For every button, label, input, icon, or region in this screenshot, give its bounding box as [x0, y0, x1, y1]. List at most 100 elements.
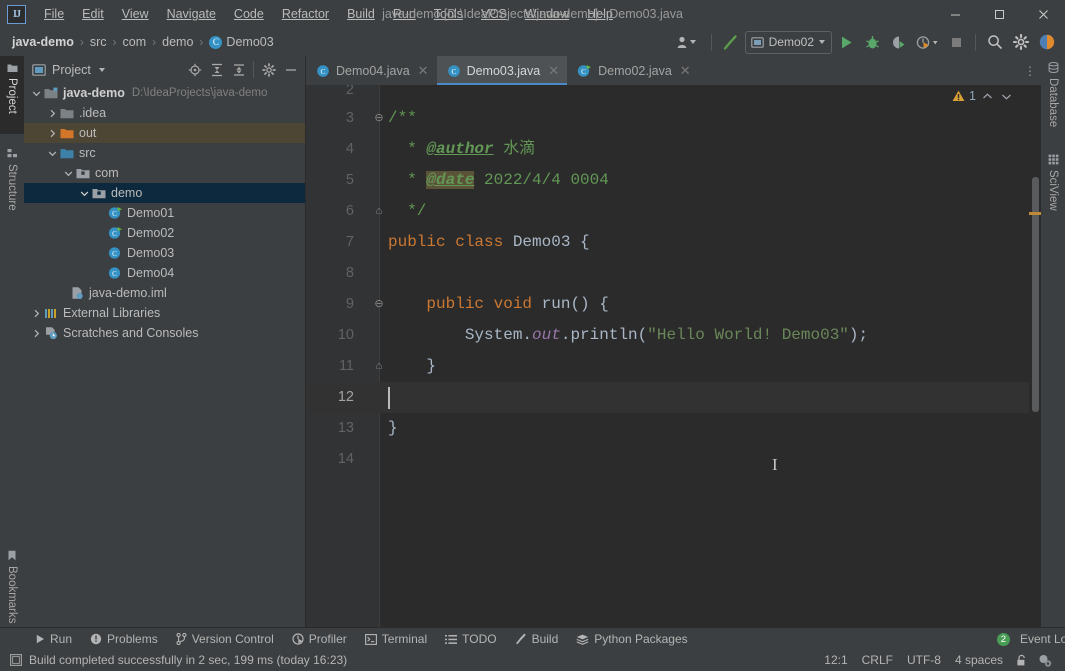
- profiler-icon[interactable]: [912, 31, 942, 53]
- breadcrumb-item-project[interactable]: java-demo: [8, 33, 78, 51]
- breadcrumb-item-com[interactable]: com: [119, 33, 151, 51]
- stop-icon[interactable]: [944, 31, 968, 53]
- sidebar-item-database[interactable]: Database: [1041, 56, 1065, 140]
- tool-window-problems[interactable]: Problems: [81, 630, 167, 648]
- breadcrumb: java-demo › src › com › demo › C Demo03: [0, 33, 278, 51]
- select-opened-file-icon[interactable]: [184, 59, 205, 80]
- editor-tab-demo03[interactable]: C Demo03.java ✕: [436, 56, 568, 85]
- chevron-down-icon[interactable]: [62, 167, 75, 180]
- run-with-coverage-icon[interactable]: [886, 31, 910, 53]
- sidebar-item-bookmarks[interactable]: Bookmarks: [0, 544, 24, 630]
- line-number: 6: [345, 203, 354, 219]
- fold-collapse-icon[interactable]: ⊖: [372, 289, 386, 320]
- minimize-button[interactable]: [933, 0, 977, 28]
- status-message: Build completed successfully in 2 sec, 1…: [29, 653, 348, 667]
- close-button[interactable]: [1021, 0, 1065, 28]
- close-icon[interactable]: ✕: [418, 63, 429, 79]
- chevron-right-icon[interactable]: [46, 107, 59, 120]
- code-editor[interactable]: 2 3 ⊖ /** 4 * @author 水滴 5 * @date 2022/…: [306, 85, 1041, 627]
- read-only-lock-icon[interactable]: [1010, 652, 1033, 669]
- status-message-area[interactable]: Build completed successfully in 2 sec, 1…: [0, 653, 347, 667]
- menu-code[interactable]: Code: [225, 3, 273, 25]
- file-encoding[interactable]: UTF-8: [900, 651, 948, 669]
- python-packages-icon: [576, 634, 589, 645]
- tree-node-com[interactable]: com: [24, 163, 305, 183]
- tree-node-java-demo[interactable]: java-demo D:\IdeaProjects\java-demo: [24, 83, 305, 103]
- tree-node-src[interactable]: src: [24, 143, 305, 163]
- fold-end-icon[interactable]: ⌂: [372, 196, 386, 227]
- tree-node-demo02[interactable]: C Demo02: [24, 223, 305, 243]
- tree-node-java-demo-iml[interactable]: java-demo.iml: [24, 283, 305, 303]
- menu-tools[interactable]: Tools: [425, 3, 472, 25]
- chevron-down-icon[interactable]: [98, 67, 105, 72]
- tool-window-todo[interactable]: TODO: [436, 630, 505, 648]
- menu-edit[interactable]: Edit: [73, 3, 113, 25]
- sidebar-item-sciview[interactable]: SciView: [1041, 148, 1065, 228]
- close-icon[interactable]: ✕: [680, 63, 691, 79]
- hide-panel-icon[interactable]: [280, 59, 301, 80]
- caret-position[interactable]: 12:1: [817, 651, 854, 669]
- chevron-down-icon[interactable]: [78, 187, 91, 200]
- chevron-right-icon[interactable]: [30, 327, 43, 340]
- chevron-right-icon[interactable]: [46, 127, 59, 140]
- chevron-right-icon[interactable]: [30, 307, 43, 320]
- settings-gear-icon[interactable]: [1009, 31, 1033, 53]
- tool-window-run[interactable]: Run: [26, 630, 81, 648]
- ide-assistant-icon[interactable]: [1035, 31, 1059, 53]
- tool-window-build[interactable]: Build: [506, 630, 568, 648]
- inspection-widget[interactable]: 1: [952, 89, 1014, 103]
- maximize-button[interactable]: [977, 0, 1021, 28]
- menu-navigate[interactable]: Navigate: [158, 3, 225, 25]
- menu-vcs[interactable]: VCS: [472, 3, 516, 25]
- editor-tabs-overflow-icon[interactable]: ⋮: [1019, 56, 1041, 85]
- tool-window-python-packages[interactable]: Python Packages: [567, 630, 696, 648]
- panel-settings-icon[interactable]: [258, 59, 279, 80]
- sidebar-item-structure[interactable]: Structure: [0, 142, 24, 230]
- warning-marker[interactable]: [1029, 212, 1041, 215]
- chevron-down-icon[interactable]: [30, 87, 43, 100]
- menu-build[interactable]: Build: [338, 3, 384, 25]
- tool-window-profiler[interactable]: Profiler: [283, 630, 356, 648]
- user-settings-icon[interactable]: [672, 31, 704, 53]
- tree-node-scratches-and-consoles[interactable]: Scratches and Consoles: [24, 323, 305, 343]
- build-hammer-icon[interactable]: [719, 31, 743, 53]
- tool-window-event-log[interactable]: 2 Event Log: [988, 630, 1065, 648]
- previous-problem-icon[interactable]: [980, 92, 995, 101]
- breadcrumb-item-src[interactable]: src: [86, 33, 111, 51]
- menu-refactor[interactable]: Refactor: [273, 3, 338, 25]
- debug-icon[interactable]: [860, 31, 884, 53]
- tree-node-demo[interactable]: demo: [24, 183, 305, 203]
- menu-file[interactable]: File: [35, 3, 73, 25]
- fold-end-icon[interactable]: ⌂: [372, 351, 386, 382]
- line-separator[interactable]: CRLF: [855, 651, 900, 669]
- editor-tab-demo02[interactable]: C Demo02.java ✕: [567, 56, 699, 85]
- breadcrumb-item-demo[interactable]: demo: [158, 33, 197, 51]
- collapse-all-icon[interactable]: [228, 59, 249, 80]
- menu-view[interactable]: View: [113, 3, 158, 25]
- menu-run[interactable]: Run: [384, 3, 425, 25]
- indent-setting[interactable]: 4 spaces: [948, 651, 1010, 669]
- breadcrumb-item-demo03[interactable]: C Demo03: [205, 33, 277, 51]
- search-everywhere-icon[interactable]: [983, 31, 1007, 53]
- tool-window-version-control[interactable]: Version Control: [167, 630, 283, 648]
- run-icon[interactable]: [834, 31, 858, 53]
- tree-node-external-libraries[interactable]: External Libraries: [24, 303, 305, 323]
- next-problem-icon[interactable]: [999, 92, 1014, 101]
- tree-node-out[interactable]: out: [24, 123, 305, 143]
- menu-window[interactable]: Window: [516, 3, 578, 25]
- menu-help[interactable]: Help: [578, 3, 622, 25]
- tree-node-demo03[interactable]: C Demo03: [24, 243, 305, 263]
- fold-collapse-icon[interactable]: ⊖: [372, 103, 386, 134]
- editor-marker-track[interactable]: [1029, 85, 1041, 627]
- git-branch-icon[interactable]: [1033, 652, 1057, 669]
- expand-all-icon[interactable]: [206, 59, 227, 80]
- sidebar-item-project[interactable]: Project: [0, 56, 24, 134]
- tool-window-terminal[interactable]: Terminal: [356, 630, 436, 648]
- run-configuration-selector[interactable]: Demo02: [744, 30, 832, 54]
- tree-node-demo01[interactable]: C Demo01: [24, 203, 305, 223]
- editor-tab-demo04[interactable]: C Demo04.java ✕: [306, 56, 437, 85]
- close-icon[interactable]: ✕: [548, 63, 559, 79]
- tree-node-idea[interactable]: .idea: [24, 103, 305, 123]
- chevron-down-icon[interactable]: [46, 147, 59, 160]
- tree-node-demo04[interactable]: C Demo04: [24, 263, 305, 283]
